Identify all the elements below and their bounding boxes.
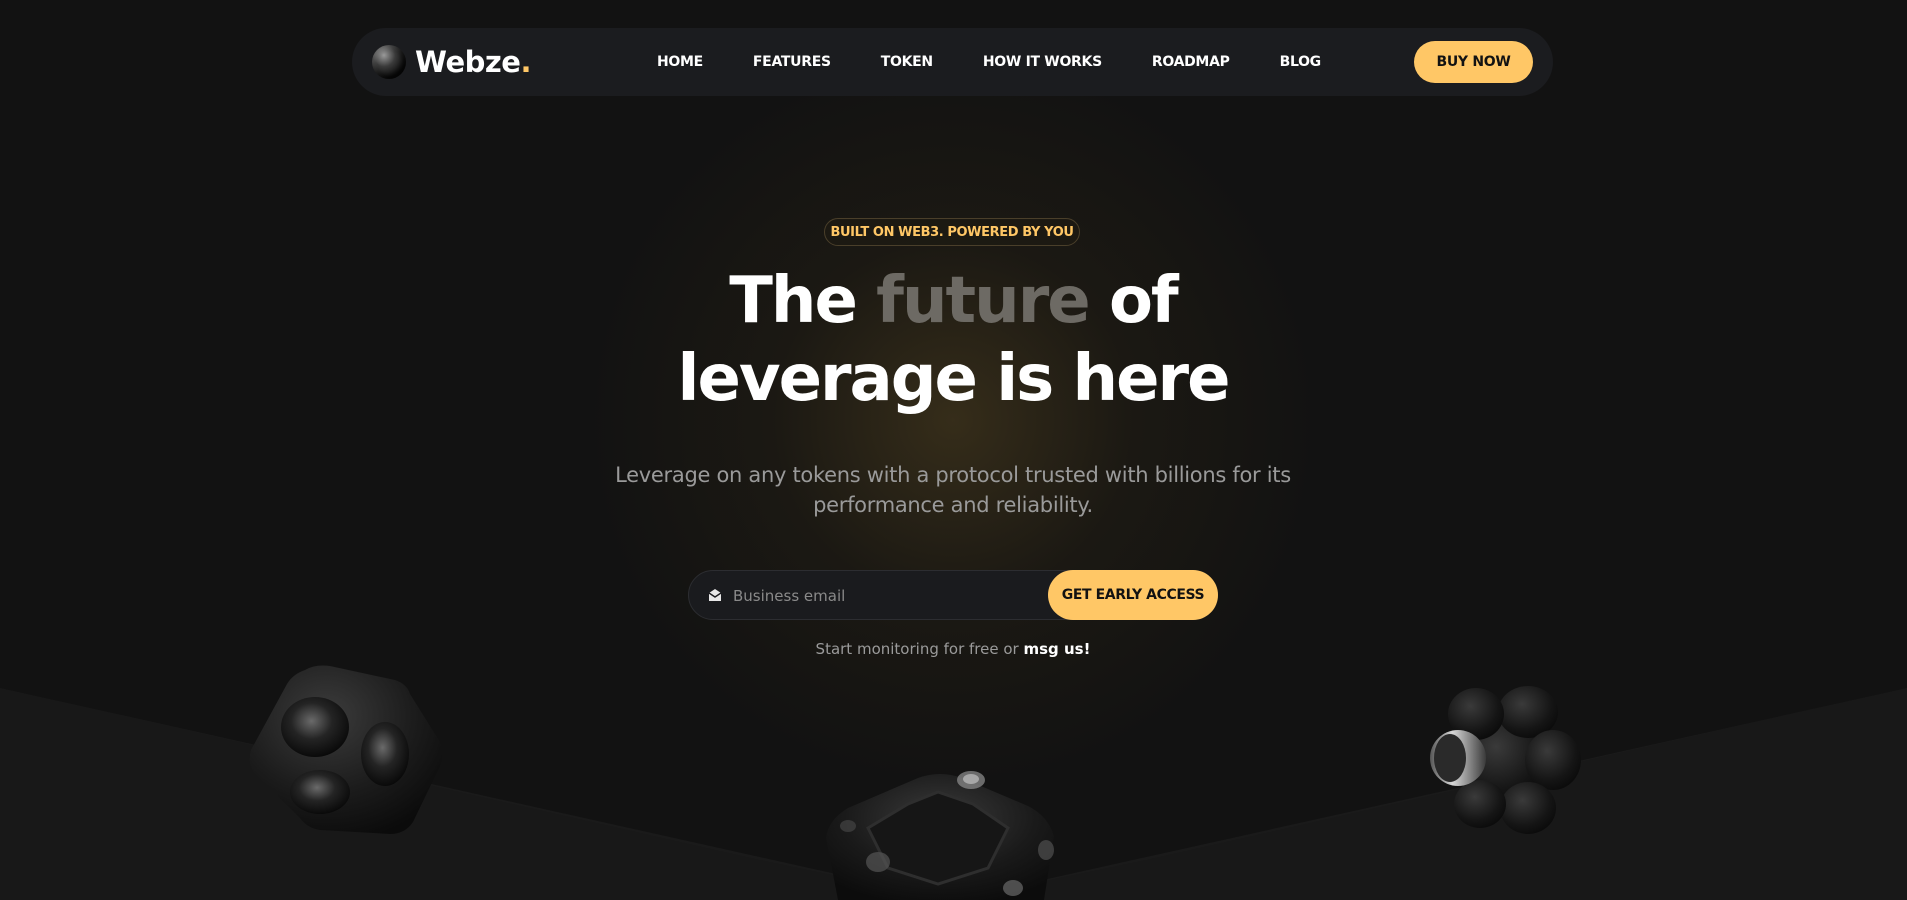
nav-link-features[interactable]: FEATURES [753,54,831,70]
headline-part2: of [1088,264,1179,338]
msg-us-link[interactable]: msg us! [1023,640,1090,658]
buy-now-button[interactable]: BUY NOW [1414,41,1533,83]
nav-link-home[interactable]: HOME [657,54,703,70]
sphere-logo-icon [372,45,406,79]
envelope-icon [708,589,722,601]
hero-note: Start monitoring for free or msg us! [703,640,1203,658]
nav-link-roadmap[interactable]: ROADMAP [1152,54,1230,70]
brand-name: Webze. [415,45,531,79]
cross-3d-object [1430,686,1581,834]
cube-3d-object [249,665,443,834]
hero-badge: BUILT ON WEB3. POWERED BY YOU [824,218,1080,246]
nav-link-token[interactable]: TOKEN [881,54,933,70]
get-early-access-button[interactable]: GET EARLY ACCESS [1048,570,1218,620]
headline-part1: The [729,264,877,338]
hero-headline: The future of leverage is here [553,262,1353,418]
headline-highlight: future [876,264,1091,338]
dodecahedron-3d-object [826,771,1054,900]
brand-logo[interactable]: Webze. [372,44,531,80]
note-text: Start monitoring for free or [815,640,1024,658]
headline-line2: leverage is here [677,342,1231,416]
hero-subtitle: Leverage on any tokens with a protocol t… [615,463,1291,517]
landing-page: Webze. HOME FEATURES TOKEN HOW IT WORKS … [0,0,1907,900]
nav-link-how-it-works[interactable]: HOW IT WORKS [983,54,1102,70]
top-navbar: Webze. HOME FEATURES TOKEN HOW IT WORKS … [352,28,1553,96]
nav-links: HOME FEATURES TOKEN HOW IT WORKS ROADMAP… [657,28,1371,96]
nav-link-blog[interactable]: BLOG [1280,54,1322,70]
signup-form: GET EARLY ACCESS [688,570,1218,621]
email-field[interactable] [731,571,1025,621]
